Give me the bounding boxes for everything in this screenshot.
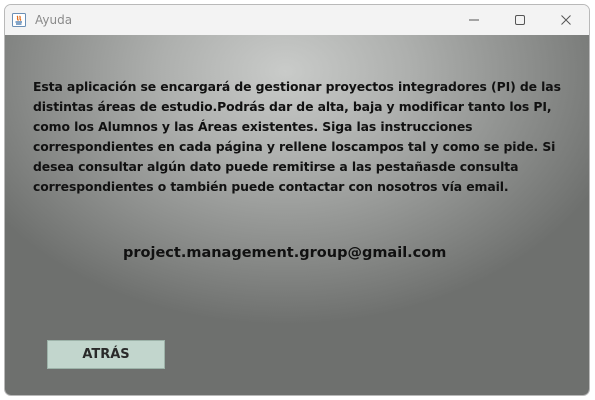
maximize-icon bbox=[514, 11, 526, 30]
content-panel: Esta aplicación se encargará de gestiona… bbox=[5, 35, 589, 395]
java-app-icon bbox=[11, 12, 27, 28]
minimize-icon bbox=[468, 11, 480, 30]
help-line: Esta aplicación se encargará de gestiona… bbox=[33, 79, 561, 94]
help-description: Esta aplicación se encargará de gestiona… bbox=[33, 77, 563, 197]
back-button[interactable]: ATRÁS bbox=[47, 340, 165, 369]
help-line: distintas áreas de estudio.Podrás dar de… bbox=[33, 99, 552, 114]
help-line: correspondientes en cada página y rellen… bbox=[33, 139, 556, 154]
title-bar[interactable]: Ayuda bbox=[5, 5, 589, 35]
close-button[interactable] bbox=[543, 5, 589, 35]
help-line: desea consultar algún dato puede remitir… bbox=[33, 159, 519, 174]
window-title: Ayuda bbox=[35, 13, 73, 27]
contact-email: project.management.group@gmail.com bbox=[123, 245, 447, 261]
help-line: como los Alumnos y las Áreas existentes.… bbox=[33, 119, 473, 134]
help-window: Ayuda Esta aplicación se encargará de ge… bbox=[4, 4, 590, 396]
window-controls bbox=[451, 5, 589, 35]
minimize-button[interactable] bbox=[451, 5, 497, 35]
help-line: correspondientes o también puede contact… bbox=[33, 179, 509, 194]
maximize-button[interactable] bbox=[497, 5, 543, 35]
close-icon bbox=[560, 11, 572, 30]
